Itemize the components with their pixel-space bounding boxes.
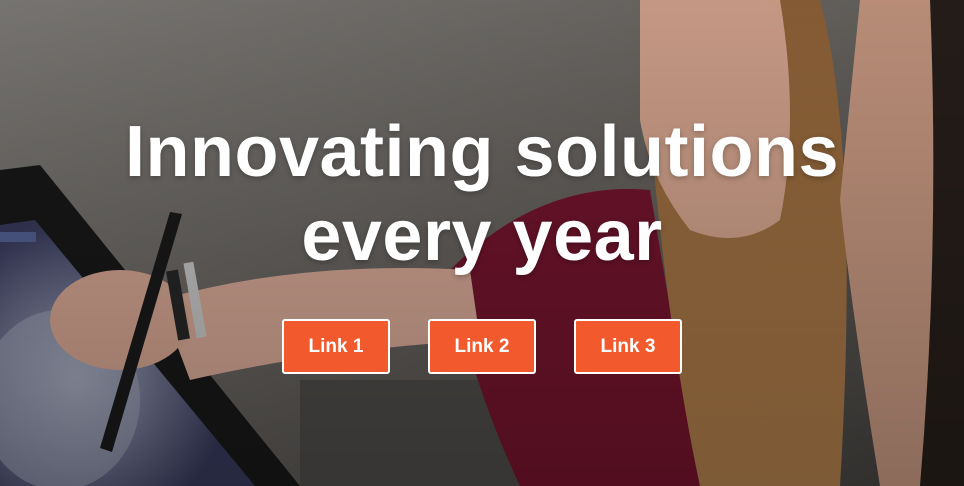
hero-headline-line-2: every year [301, 196, 663, 276]
link-3-button[interactable]: Link 3 [574, 319, 682, 374]
hero-headline-line-1: Innovating solutions [125, 112, 839, 192]
link-1-button[interactable]: Link 1 [282, 319, 390, 374]
link-2-button[interactable]: Link 2 [428, 319, 536, 374]
hero-headline: Innovating solutions every year [0, 110, 964, 278]
hero-section: Innovating solutions every year Link 1 L… [0, 0, 964, 486]
hero-link-group: Link 1 Link 2 Link 3 [0, 319, 964, 374]
